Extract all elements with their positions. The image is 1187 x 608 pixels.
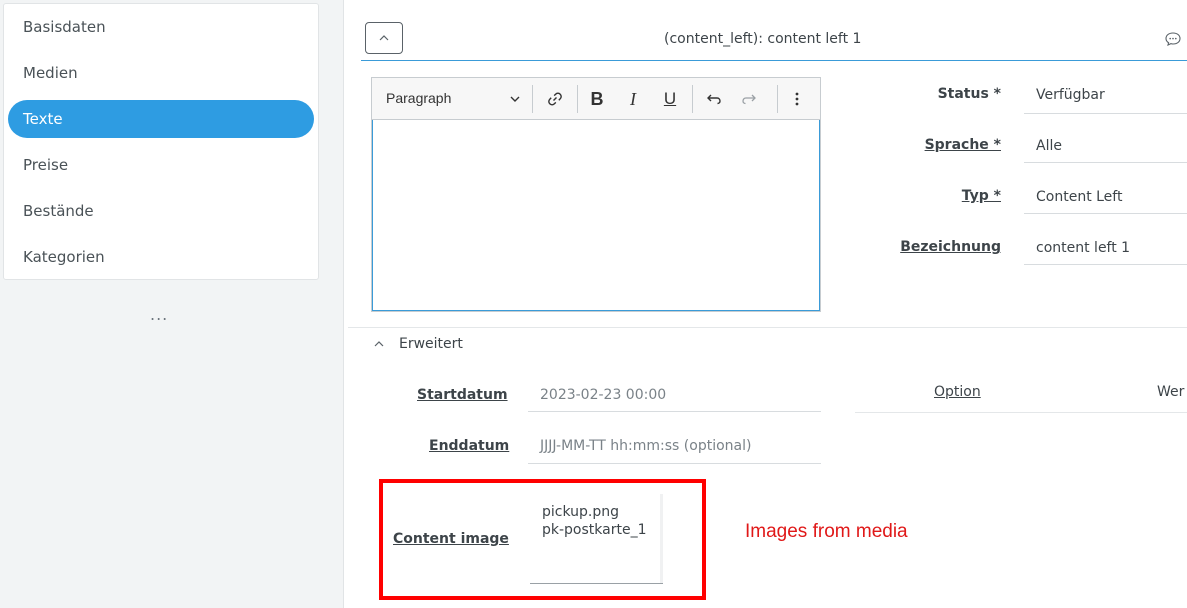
sidebar-item-basisdaten[interactable]: Basisdaten bbox=[8, 8, 314, 46]
field-underline bbox=[528, 411, 821, 412]
redo-icon[interactable] bbox=[738, 88, 760, 110]
sidebar-item-texte[interactable]: Texte bbox=[8, 100, 314, 138]
sidebar-item-label: Medien bbox=[23, 64, 78, 82]
chevron-down-icon[interactable] bbox=[509, 93, 521, 105]
extended-section-title: Erweitert bbox=[399, 336, 463, 352]
sprache-select[interactable]: Alle bbox=[1036, 138, 1062, 154]
bold-button[interactable]: B bbox=[586, 88, 608, 110]
italic-button[interactable]: I bbox=[622, 88, 644, 110]
status-select[interactable]: Verfügbar bbox=[1036, 87, 1105, 103]
undo-icon[interactable] bbox=[703, 88, 725, 110]
sidebar-item-bestaende[interactable]: Bestände bbox=[8, 192, 314, 230]
startdatum-input[interactable]: 2023-02-23 00:00 bbox=[540, 387, 666, 403]
field-underline bbox=[530, 583, 663, 584]
annotation-text: Images from media bbox=[745, 521, 908, 542]
list-item[interactable]: pickup.png bbox=[542, 503, 662, 521]
toolbar-separator bbox=[692, 85, 693, 113]
list-item[interactable]: pk-postkarte_1 bbox=[542, 521, 662, 539]
content-image-label[interactable]: Content image bbox=[393, 531, 509, 547]
sidebar-item-medien[interactable]: Medien bbox=[8, 54, 314, 92]
option-column-header[interactable]: Option bbox=[934, 384, 981, 400]
enddatum-input[interactable]: JJJJ-MM-TT hh:mm:ss (optional) bbox=[540, 438, 751, 454]
enddatum-label[interactable]: Enddatum bbox=[429, 438, 509, 454]
toolbar-separator bbox=[577, 85, 578, 113]
bezeichnung-label[interactable]: Bezeichnung bbox=[864, 239, 1001, 255]
paragraph-select[interactable]: Paragraph bbox=[386, 90, 451, 106]
option-divider bbox=[855, 412, 1187, 413]
chevron-up-icon bbox=[374, 341, 384, 347]
field-underline bbox=[528, 463, 821, 464]
chevron-up-icon bbox=[379, 35, 389, 41]
field-underline bbox=[1024, 162, 1187, 163]
status-label: Status * bbox=[937, 86, 1001, 102]
more-options-button[interactable]: ... bbox=[150, 305, 168, 324]
underline-button[interactable]: U bbox=[659, 88, 681, 110]
editor-toolbar: Paragraph B I U bbox=[372, 78, 820, 120]
list-scrollbar[interactable] bbox=[660, 494, 663, 584]
rich-text-editor: Paragraph B I U bbox=[371, 77, 821, 312]
toolbar-separator bbox=[777, 85, 778, 113]
panel-title: (content_left): content left 1 bbox=[664, 31, 862, 47]
editor-content-area[interactable] bbox=[372, 120, 820, 311]
sidebar-nav: Basisdaten Medien Texte Preise Bestände … bbox=[3, 3, 319, 280]
more-vertical-icon[interactable] bbox=[786, 88, 808, 110]
content-image-select[interactable]: pickup.png pk-postkarte_1 bbox=[530, 494, 662, 584]
main-panel: (content_left): content left 1 Paragraph… bbox=[343, 0, 1187, 608]
toolbar-separator bbox=[532, 85, 533, 113]
sidebar-item-label: Preise bbox=[23, 156, 69, 174]
section-divider bbox=[348, 327, 1187, 328]
typ-select[interactable]: Content Left bbox=[1036, 189, 1122, 205]
sidebar-item-label: Basisdaten bbox=[23, 18, 106, 36]
sidebar-item-label: Kategorien bbox=[23, 248, 105, 266]
sprache-label[interactable]: Sprache * bbox=[864, 137, 1001, 153]
sidebar-item-preise[interactable]: Preise bbox=[8, 146, 314, 184]
sidebar-item-label: Bestände bbox=[23, 202, 94, 220]
header-underline bbox=[361, 60, 1187, 61]
field-underline bbox=[1024, 213, 1187, 214]
typ-label[interactable]: Typ * bbox=[864, 188, 1001, 204]
field-underline bbox=[1024, 113, 1187, 114]
wert-column-header: Wer bbox=[1157, 384, 1185, 400]
comment-icon[interactable] bbox=[1164, 30, 1182, 48]
extended-section-toggle[interactable]: Erweitert bbox=[373, 336, 463, 352]
sidebar-item-label: Texte bbox=[23, 110, 63, 128]
collapse-button[interactable] bbox=[365, 22, 403, 54]
field-underline bbox=[1024, 264, 1187, 265]
startdatum-label[interactable]: Startdatum bbox=[417, 387, 508, 403]
bezeichnung-input[interactable]: content left 1 bbox=[1036, 240, 1130, 256]
link-icon[interactable] bbox=[544, 88, 566, 110]
sidebar-item-kategorien[interactable]: Kategorien bbox=[8, 238, 314, 276]
